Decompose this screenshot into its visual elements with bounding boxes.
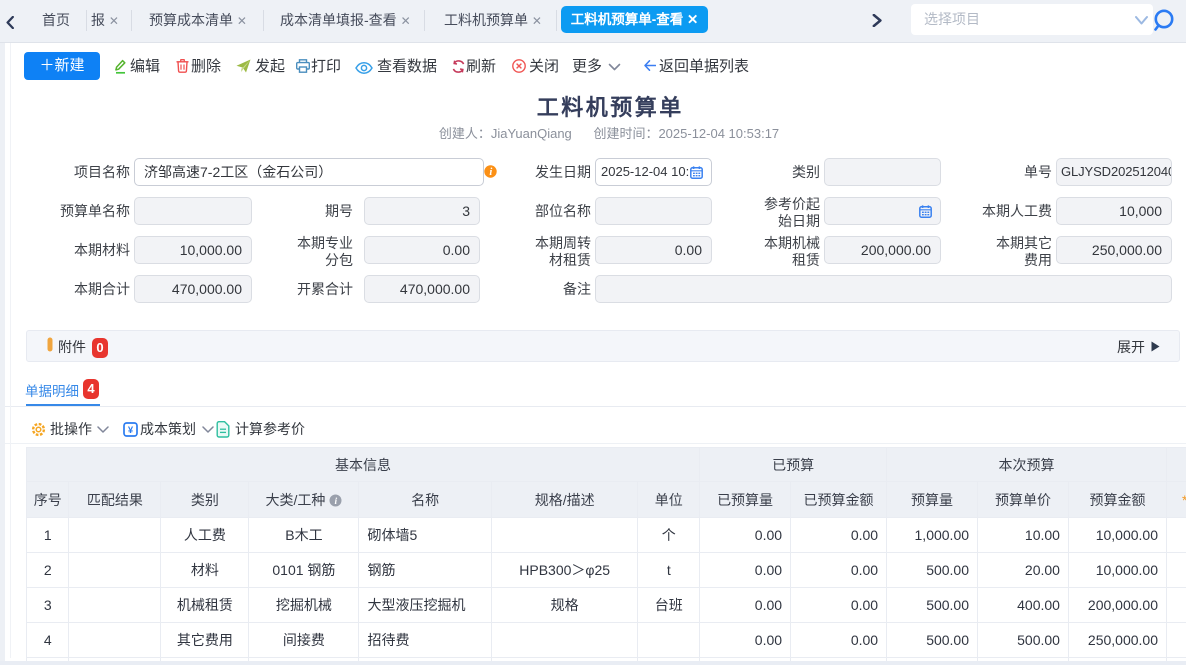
svg-text:i: i: [489, 167, 492, 178]
svg-text:¥: ¥: [128, 425, 134, 436]
svg-text:i: i: [335, 496, 338, 506]
